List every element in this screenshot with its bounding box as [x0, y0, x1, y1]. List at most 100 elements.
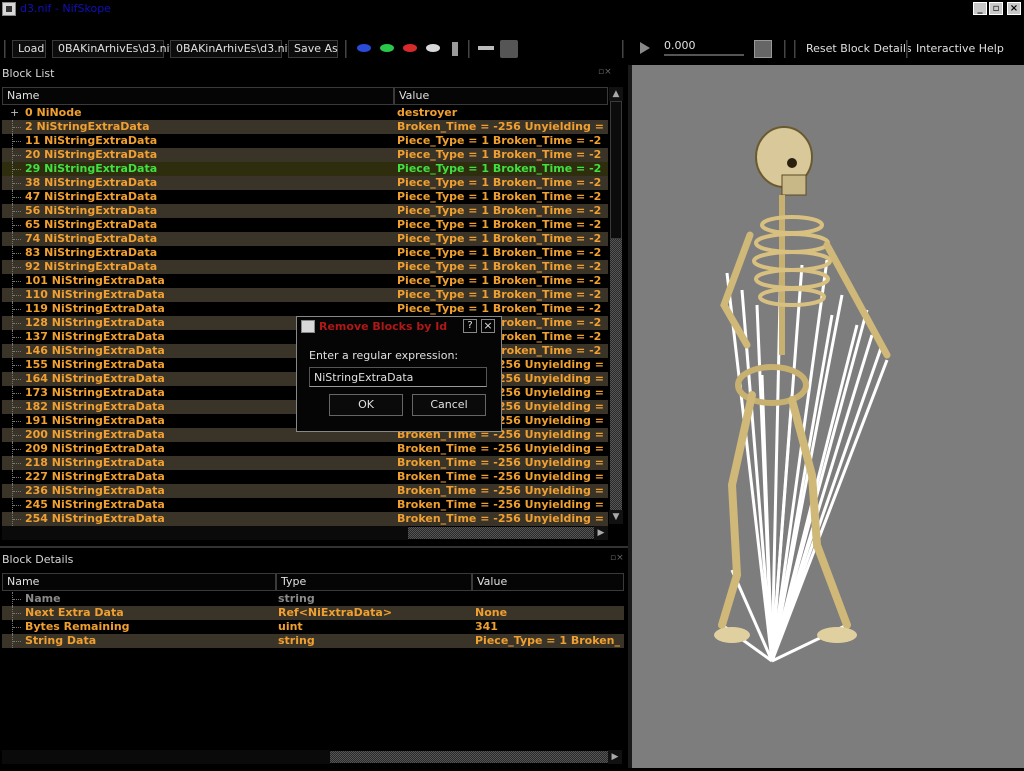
details-header-name[interactable]: Name: [2, 573, 276, 591]
detail-name: Name: [25, 592, 61, 605]
table-row[interactable]: 29 NiStringExtraData Piece_Type = 1 Broke…: [2, 162, 608, 176]
details-scroll-right-button[interactable]: ▶: [608, 750, 622, 764]
panel-float-icon[interactable]: ▫×: [598, 67, 612, 77]
toolbar-handle: [4, 40, 6, 58]
scroll-up-button[interactable]: ▲: [609, 87, 623, 101]
load-path-field[interactable]: 0BAKinArhivEs\d3.nif: [52, 40, 173, 58]
view-white-icon[interactable]: [426, 44, 440, 52]
interactive-help-button[interactable]: Interactive Help: [916, 42, 1004, 55]
panel-float-icon[interactable]: ▫×: [610, 553, 624, 563]
detail-type: Ref<NiExtraData>: [278, 606, 393, 619]
block-name: 218 NiStringExtraData: [25, 456, 165, 469]
table-row[interactable]: 236 NiStringExtraData Broken_Time = -256 …: [2, 484, 608, 498]
block-value: Broken_Time = -256 Unyielding =: [397, 470, 604, 483]
save-path-field[interactable]: 0BAKinArhivEs\d3.nif: [170, 40, 291, 58]
column-header-name[interactable]: Name: [2, 87, 394, 105]
dialog-close-button[interactable]: ×: [481, 319, 495, 333]
details-hscroll-thumb[interactable]: [2, 750, 330, 764]
tree-branch-icon: [12, 344, 22, 358]
block-name: 164 NiStringExtraData: [25, 372, 165, 385]
table-row[interactable]: 92 NiStringExtraData Piece_Type = 1 Broke…: [2, 260, 608, 274]
block-name: 65 NiStringExtraData: [25, 218, 158, 231]
render-viewport[interactable]: [632, 65, 1024, 768]
block-name: 191 NiStringExtraData: [25, 414, 165, 427]
reset-block-details-button[interactable]: Reset Block Details: [806, 42, 912, 55]
block-list-hscroll-thumb[interactable]: [2, 526, 408, 540]
table-row[interactable]: 227 NiStringExtraData Broken_Time = -256 …: [2, 470, 608, 484]
table-row[interactable]: 74 NiStringExtraData Piece_Type = 1 Broke…: [2, 232, 608, 246]
block-list-hscroll[interactable]: [408, 527, 594, 539]
scroll-down-button[interactable]: ▼: [609, 510, 623, 524]
save-as-button[interactable]: Save As: [288, 40, 338, 58]
block-name: 173 NiStringExtraData: [25, 386, 165, 399]
view-green-icon[interactable]: [380, 44, 394, 52]
load-button[interactable]: Load: [12, 40, 46, 58]
block-name: 119 NiStringExtraData: [25, 302, 165, 315]
table-row[interactable]: 218 NiStringExtraData Broken_Time = -256 …: [2, 456, 608, 470]
block-name: 227 NiStringExtraData: [25, 470, 165, 483]
time-slider[interactable]: [664, 54, 744, 56]
table-row[interactable]: 209 NiStringExtraData Broken_Time = -256 …: [2, 442, 608, 456]
block-name: 11 NiStringExtraData: [25, 134, 158, 147]
detail-row[interactable]: Bytes Remaining uint 341: [2, 620, 624, 634]
detail-row[interactable]: String Data string Piece_Type = 1 Broken_: [2, 634, 624, 648]
axes-icon[interactable]: [478, 46, 494, 50]
tree-branch-icon: [12, 428, 22, 442]
cancel-button[interactable]: Cancel: [412, 394, 486, 416]
time-value: 0.000: [664, 39, 696, 52]
view-blue-icon[interactable]: [357, 44, 371, 52]
details-header-type[interactable]: Type: [276, 573, 472, 591]
regex-input[interactable]: [309, 367, 487, 387]
details-hscroll[interactable]: [330, 751, 608, 763]
play-icon[interactable]: [640, 42, 650, 54]
table-row[interactable]: 101 NiStringExtraData Piece_Type = 1 Brok…: [2, 274, 608, 288]
tree-branch-icon: [12, 218, 22, 232]
restore-button[interactable]: ▫: [989, 2, 1003, 15]
table-row[interactable]: 65 NiStringExtraData Piece_Type = 1 Broke…: [2, 218, 608, 232]
toggle-icon[interactable]: [500, 40, 518, 58]
table-row[interactable]: 20 NiStringExtraData Piece_Type = 1 Broke…: [2, 148, 608, 162]
vscroll-thumb[interactable]: [610, 101, 622, 239]
table-row[interactable]: 245 NiStringExtraData Broken_Time = -256 …: [2, 498, 608, 512]
tree-branch-icon: [12, 120, 22, 134]
detail-name: Next Extra Data: [25, 606, 124, 619]
table-row[interactable]: +0 NiNode destroyer: [2, 106, 608, 120]
view-red-icon[interactable]: [403, 44, 417, 52]
table-row[interactable]: 56 NiStringExtraData Piece_Type = 1 Broke…: [2, 204, 608, 218]
ok-button[interactable]: OK: [329, 394, 403, 416]
block-value: Piece_Type = 1 Broken_Time = -2: [397, 148, 602, 161]
table-row[interactable]: 110 NiStringExtraData Piece_Type = 1 Brok…: [2, 288, 608, 302]
close-window-button[interactable]: ×: [1007, 2, 1021, 15]
block-name: 20 NiStringExtraData: [25, 148, 158, 161]
table-row[interactable]: 38 NiStringExtraData Piece_Type = 1 Broke…: [2, 176, 608, 190]
minimize-button[interactable]: _: [973, 2, 987, 15]
block-name: 83 NiStringExtraData: [25, 246, 158, 259]
tree-branch-icon: [12, 358, 22, 372]
table-row[interactable]: 83 NiStringExtraData Piece_Type = 1 Broke…: [2, 246, 608, 260]
toolbar-separator: [345, 40, 347, 58]
panel-splitter[interactable]: [0, 546, 628, 548]
block-value: Piece_Type = 1 Broken_Time = -2: [397, 274, 602, 287]
block-details-title: Block Details: [2, 553, 74, 566]
expand-icon[interactable]: +: [10, 106, 19, 120]
block-name: 92 NiStringExtraData: [25, 260, 158, 273]
detail-row[interactable]: Next Extra Data Ref<NiExtraData> None: [2, 606, 624, 620]
tree-branch-icon: [12, 134, 22, 148]
block-value: Piece_Type = 1 Broken_Time = -2: [397, 232, 602, 245]
detail-row[interactable]: Name string: [2, 592, 624, 606]
dialog-help-button[interactable]: ?: [463, 319, 477, 333]
loop-icon[interactable]: [754, 40, 772, 58]
details-header-value[interactable]: Value: [472, 573, 624, 591]
table-row[interactable]: 119 NiStringExtraData Piece_Type = 1 Brok…: [2, 302, 608, 316]
lighting-icon[interactable]: [452, 42, 458, 56]
table-row[interactable]: 2 NiStringExtraData Broken_Time = -256 Un…: [2, 120, 608, 134]
block-name: 236 NiStringExtraData: [25, 484, 165, 497]
column-header-value[interactable]: Value: [394, 87, 608, 105]
block-value: Piece_Type = 1 Broken_Time = -2: [397, 218, 602, 231]
table-row[interactable]: 11 NiStringExtraData Piece_Type = 1 Broke…: [2, 134, 608, 148]
table-row[interactable]: 47 NiStringExtraData Piece_Type = 1 Broke…: [2, 190, 608, 204]
table-row[interactable]: 254 NiStringExtraData Broken_Time = -256 …: [2, 512, 608, 526]
block-value: Piece_Type = 1 Broken_Time = -2: [397, 288, 602, 301]
block-value: Piece_Type = 1 Broken_Time = -2: [397, 260, 602, 273]
scroll-right-button[interactable]: ▶: [594, 526, 608, 540]
